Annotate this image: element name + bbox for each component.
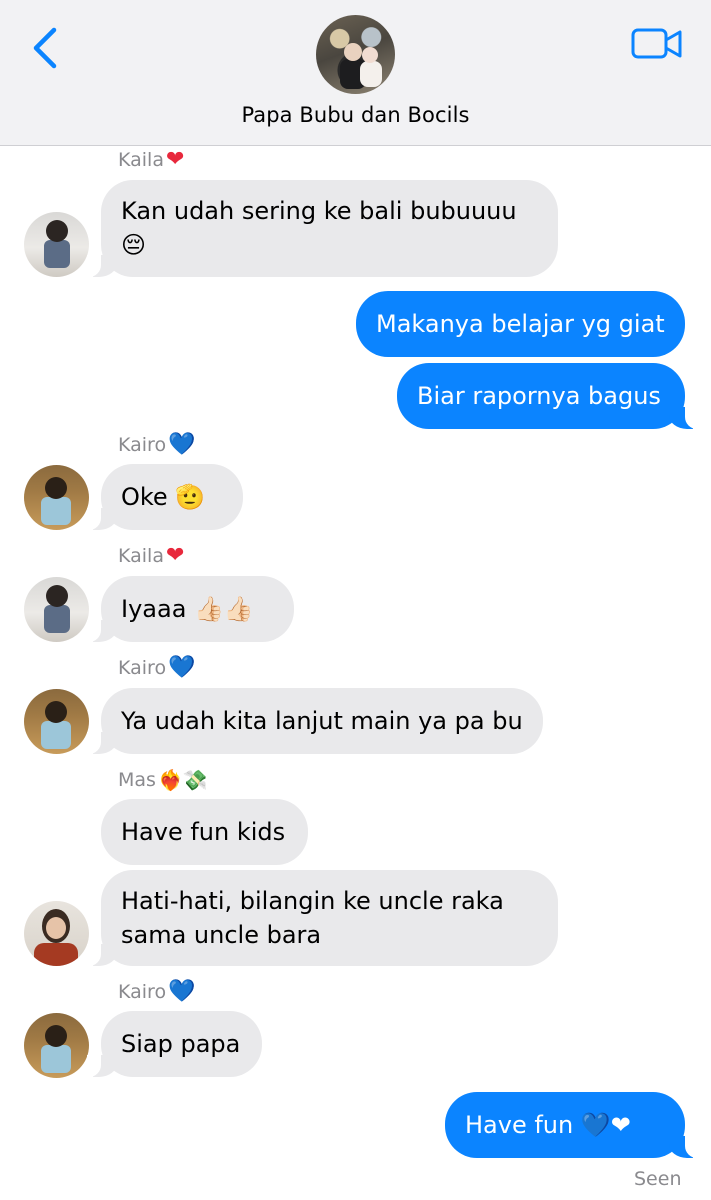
sender-name: Mas ❤️‍🔥💸 — [118, 769, 208, 791]
message-bubble[interactable]: Hati-hati, bilangin ke uncle raka sama u… — [87, 870, 558, 966]
message-text: Oke 🫡 — [121, 483, 206, 511]
message-text: Iyaaa 👍🏻👍🏻 — [121, 595, 254, 623]
video-call-button[interactable] — [630, 26, 684, 62]
sender-label: Mas — [118, 769, 156, 791]
blue-heart-icon: 💙 — [168, 979, 196, 1004]
sender-label: Kaila — [118, 149, 164, 171]
message-text: Ya udah kita lanjut main ya pa bu — [121, 707, 523, 735]
message-text: 😔 — [121, 231, 147, 259]
message-bubble[interactable]: Have fun 💙❤ — [445, 1092, 699, 1158]
group-title[interactable]: Papa Bubu dan Bocils — [0, 103, 711, 127]
message-bubble[interactable]: Biar rapornya bagus — [397, 363, 699, 429]
sender-name: Kaila ❤ — [118, 147, 185, 172]
blue-heart-icon: 💙 — [168, 432, 196, 457]
heart-on-fire-money-icon: ❤️‍🔥💸 — [157, 768, 208, 792]
message-text: Makanya belajar yg giat — [376, 310, 665, 338]
message-text: Biar rapornya bagus — [417, 382, 661, 410]
sender-name: Kairo 💙 — [118, 655, 196, 680]
heart-icon: ❤ — [165, 543, 185, 568]
message-bubble[interactable]: Iyaaa 👍🏻👍🏻 — [87, 576, 294, 642]
message-text: Kan udah sering ke bali bubuuuu — [121, 197, 517, 225]
sender-name: Kairo 💙 — [118, 432, 196, 457]
avatar[interactable] — [24, 1013, 89, 1078]
blue-heart-icon: 💙 — [168, 655, 196, 680]
avatar[interactable] — [24, 689, 89, 754]
message-bubble[interactable]: Have fun kids — [101, 799, 308, 865]
chevron-left-icon — [33, 27, 57, 69]
read-receipt: Seen — [634, 1168, 682, 1190]
avatar[interactable] — [24, 465, 89, 530]
sender-label: Kairo — [118, 434, 167, 456]
back-button[interactable] — [26, 24, 66, 72]
message-bubble[interactable]: Oke 🫡 — [87, 464, 243, 530]
video-camera-icon — [631, 28, 682, 59]
sender-name: Kaila ❤ — [118, 543, 185, 568]
message-text: Have fun 💙❤ — [465, 1111, 631, 1139]
message-text: Hati-hati, bilangin ke uncle raka — [121, 887, 504, 915]
message-text: sama uncle bara — [121, 921, 322, 949]
sender-label: Kairo — [118, 981, 167, 1003]
group-avatar[interactable] — [316, 15, 395, 94]
avatar[interactable] — [24, 212, 89, 277]
avatar[interactable] — [24, 901, 89, 966]
message-bubble[interactable]: Siap papa — [87, 1011, 262, 1077]
chat-header: Papa Bubu dan Bocils — [0, 0, 711, 146]
sender-label: Kaila — [118, 545, 164, 567]
message-bubble[interactable]: Kan udah sering ke bali bubuuuu 😔 — [87, 180, 558, 277]
message-text: Have fun kids — [121, 818, 286, 846]
message-bubble[interactable]: Makanya belajar yg giat — [356, 291, 685, 357]
sender-name: Kairo 💙 — [118, 979, 196, 1004]
sender-label: Kairo — [118, 657, 167, 679]
heart-icon: ❤ — [165, 147, 185, 172]
message-bubble[interactable]: Ya udah kita lanjut main ya pa bu — [87, 688, 543, 754]
message-text: Siap papa — [121, 1030, 241, 1058]
avatar[interactable] — [24, 577, 89, 642]
